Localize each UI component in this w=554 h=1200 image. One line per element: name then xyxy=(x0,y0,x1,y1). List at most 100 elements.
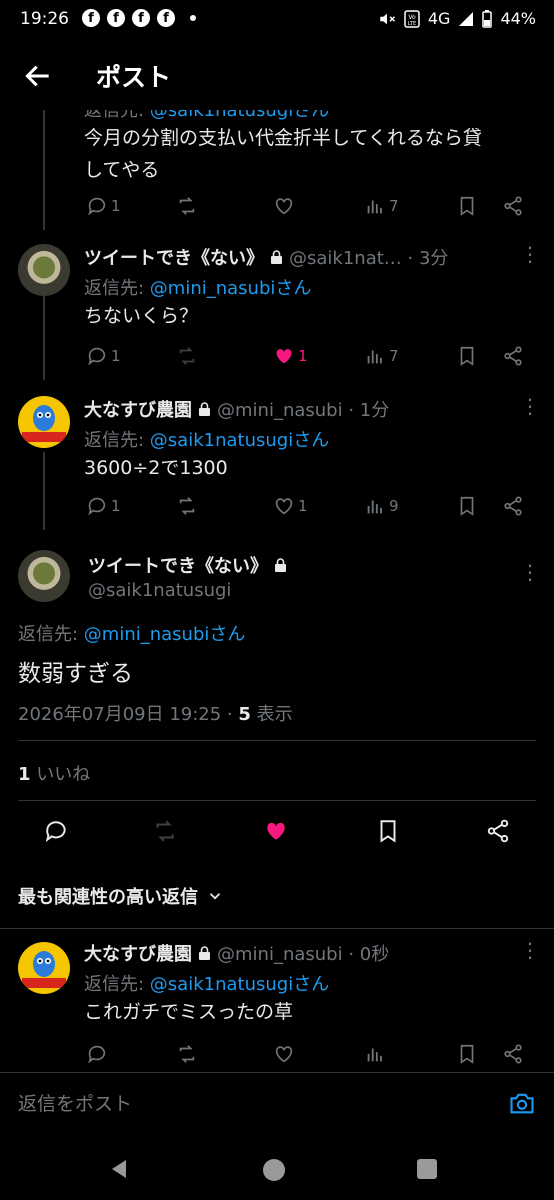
retweet-button[interactable] xyxy=(152,818,178,844)
like-button[interactable] xyxy=(273,195,295,217)
more-notifications-dot-icon xyxy=(190,15,196,21)
bookmark-button[interactable] xyxy=(456,495,478,517)
views-count[interactable]: 5 xyxy=(238,704,251,725)
tweet-2[interactable]: ツイートでき《ない》 @saik1nat… · 3分 ⋮ 返信先: @mini_n… xyxy=(0,230,554,380)
reply-bubble-icon xyxy=(88,497,106,516)
views-label: 表示 xyxy=(250,704,293,725)
share-icon xyxy=(487,819,509,843)
share-button[interactable] xyxy=(502,1043,524,1065)
reply-button[interactable] xyxy=(43,818,69,844)
tweet-body: これガチでミスったの草 xyxy=(84,1001,294,1023)
lock-icon xyxy=(275,558,286,572)
more-options-icon[interactable]: ⋮ xyxy=(520,938,540,962)
reply-handle-link[interactable]: @saik1natusugiさん xyxy=(150,110,329,121)
nav-home-icon[interactable] xyxy=(262,1158,286,1182)
bookmark-button[interactable] xyxy=(375,818,401,844)
status-right: Vo LTE 4G 44% xyxy=(378,9,536,28)
tweet-author: ツイートでき《ない》 xyxy=(88,552,293,578)
thread-line xyxy=(43,452,45,530)
bookmark-button[interactable] xyxy=(456,1043,478,1065)
likes-summary[interactable]: 1 いいね xyxy=(18,760,90,786)
tweet-time: · 3分 xyxy=(407,248,449,269)
nav-recents-icon[interactable] xyxy=(416,1158,438,1180)
camera-icon[interactable] xyxy=(508,1089,536,1117)
views-button[interactable] xyxy=(364,1043,386,1065)
facebook-icon: f xyxy=(132,9,150,27)
reply-bubble-icon xyxy=(88,1045,106,1064)
back-arrow-icon[interactable] xyxy=(22,60,54,92)
reply-sort-dropdown[interactable]: 最も関連性の高い返信 xyxy=(18,883,224,909)
reply-button[interactable] xyxy=(86,1043,108,1065)
avatar[interactable] xyxy=(18,550,70,602)
reply-handle-link[interactable]: @mini_nasubiさん xyxy=(150,278,312,299)
post-datetime: 2026年07月09日 19:25 · xyxy=(18,704,239,725)
reply-tweet[interactable]: 大なすび農園 @mini_nasubi · 0秒 ⋮ 返信先: @saik1nat… xyxy=(0,928,554,1070)
reply-button[interactable]: 1 xyxy=(86,345,121,367)
heart-icon xyxy=(275,498,293,515)
heart-filled-icon xyxy=(267,822,285,840)
tweet-author: 大なすび農園 @mini_nasubi · 1分 xyxy=(84,396,389,422)
avatar[interactable] xyxy=(18,244,70,296)
like-button[interactable] xyxy=(263,818,289,844)
avatar[interactable] xyxy=(18,942,70,994)
reply-button[interactable]: 1 xyxy=(86,495,121,517)
tweet-time: · 1分 xyxy=(348,400,390,421)
bookmark-button[interactable] xyxy=(456,195,478,217)
views-button[interactable]: 7 xyxy=(364,345,399,367)
share-button[interactable] xyxy=(502,345,524,367)
author-name[interactable]: 大なすび農園 xyxy=(84,400,192,421)
more-options-icon[interactable]: ⋮ xyxy=(520,394,540,418)
bookmark-button[interactable] xyxy=(456,345,478,367)
post-meta: 2026年07月09日 19:25 · 5 表示 xyxy=(18,700,293,726)
tweet-1[interactable]: 返信先: @saik1natusugiさん 今月の分割の支払い代金折半してくれる… xyxy=(0,110,554,230)
more-options-icon[interactable]: ⋮ xyxy=(520,560,540,584)
main-post: ツイートでき《ない》 @saik1natusugi ⋮ 返信先: @mini_n… xyxy=(0,540,554,870)
likes-count: 1 xyxy=(18,764,31,785)
share-icon xyxy=(504,346,522,366)
status-time: 19:26 xyxy=(20,9,69,29)
more-options-icon[interactable]: ⋮ xyxy=(520,242,540,266)
retweet-button[interactable] xyxy=(176,345,198,367)
svg-text:Vo: Vo xyxy=(408,14,416,21)
analytics-icon xyxy=(367,500,382,514)
battery-percent: 44% xyxy=(500,9,536,28)
sort-label: 最も関連性の高い返信 xyxy=(18,887,198,908)
author-name[interactable]: 大なすび農園 xyxy=(84,944,192,965)
avatar[interactable] xyxy=(18,396,70,448)
views-button[interactable]: 7 xyxy=(364,195,399,217)
network-type: 4G xyxy=(427,9,451,28)
like-button[interactable]: 1 xyxy=(273,345,308,367)
like-button[interactable]: 1 xyxy=(273,495,308,517)
eggplant-mascot-icon xyxy=(22,951,66,988)
views-button[interactable]: 9 xyxy=(364,495,399,517)
facebook-icon: f xyxy=(82,9,100,27)
like-button[interactable] xyxy=(273,1043,295,1065)
retweet-button[interactable] xyxy=(176,1043,198,1065)
reply-handle-link[interactable]: @saik1natusugiさん xyxy=(150,974,329,995)
heart-filled-icon xyxy=(276,349,292,364)
share-button[interactable] xyxy=(502,195,524,217)
reply-handle-link[interactable]: @saik1natusugiさん xyxy=(150,430,329,451)
lock-icon xyxy=(199,402,210,416)
share-button[interactable] xyxy=(502,495,524,517)
reply-handle-link[interactable]: @mini_nasubiさん xyxy=(84,624,246,645)
facebook-icon: f xyxy=(157,9,175,27)
reply-input[interactable] xyxy=(18,1087,478,1121)
tweet-actions: 1 1 7 xyxy=(86,342,546,372)
author-name[interactable]: ツイートでき《ない》 xyxy=(88,556,268,577)
thread-line xyxy=(43,110,45,230)
reply-button[interactable]: 1 xyxy=(86,195,121,217)
retweet-button[interactable] xyxy=(176,195,198,217)
bookmark-icon xyxy=(460,496,474,516)
volte-icon: VoLTE xyxy=(404,9,420,28)
reply-to: 返信先: @saik1natusugiさん xyxy=(84,430,330,451)
retweet-icon xyxy=(179,347,195,365)
nav-back-icon[interactable] xyxy=(108,1158,130,1180)
author-name[interactable]: ツイートでき《ない》 xyxy=(84,248,264,269)
analytics-icon xyxy=(367,350,382,364)
tweet-3[interactable]: 大なすび農園 @mini_nasubi · 1分 ⋮ 返信先: @saik1nat… xyxy=(0,380,554,530)
share-button[interactable] xyxy=(485,818,511,844)
eggplant-mascot-icon xyxy=(22,405,66,442)
tweet-body: ちないくら？ xyxy=(84,305,199,327)
retweet-button[interactable] xyxy=(176,495,198,517)
